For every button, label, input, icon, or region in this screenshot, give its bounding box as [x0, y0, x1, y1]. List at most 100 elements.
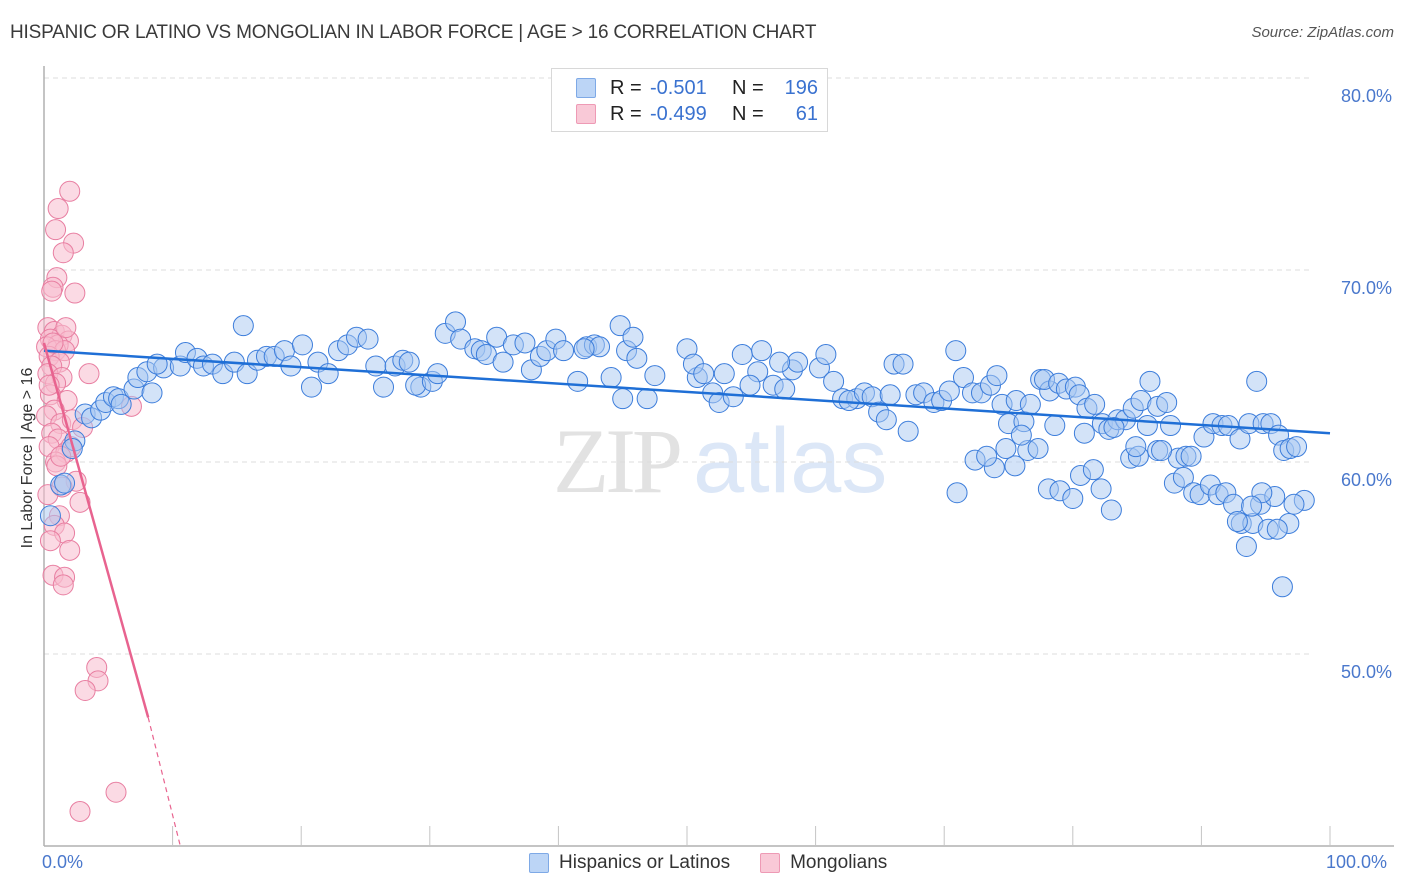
hispanics-point: [622, 326, 644, 348]
mongolians-point: [52, 574, 74, 596]
hispanics-point: [232, 315, 254, 337]
hispanics-point: [892, 353, 914, 375]
hispanics-point: [713, 363, 735, 385]
y-tick-label: 70.0%: [1340, 278, 1392, 298]
n-label: N =: [732, 102, 764, 125]
hispanics-point: [1084, 393, 1106, 415]
hispanics-point: [897, 420, 919, 442]
hispanics-point: [553, 340, 575, 362]
hispanics-point: [567, 370, 589, 392]
y-axis-label: In Labor Force | Age > 16: [19, 367, 36, 549]
hispanics-point: [1125, 436, 1147, 458]
mongolians-point: [59, 180, 81, 202]
legend-row-hispanics: R = -0.501 N = 196: [576, 75, 818, 101]
hispanics-point: [1223, 493, 1245, 515]
y-tick-label: 80.0%: [1340, 86, 1392, 106]
hispanics-point: [636, 388, 658, 410]
mongolians-point: [78, 363, 100, 385]
mongolians-swatch: [576, 104, 596, 124]
hispanics-point: [427, 363, 449, 385]
hispanics-point: [787, 351, 809, 373]
hispanics-point: [693, 363, 715, 385]
hispanics-point: [1266, 518, 1288, 540]
hispanics-point: [1180, 445, 1202, 467]
hispanics-point: [54, 472, 76, 494]
mongolians-point: [105, 781, 127, 803]
correlation-legend: R = -0.501 N = 196 R = -0.499 N = 61: [551, 68, 828, 132]
hispanics-point: [600, 367, 622, 389]
hispanics-point: [1027, 438, 1049, 460]
mongolians-point: [69, 800, 91, 822]
hispanics-point: [300, 376, 322, 398]
hispanics-point: [644, 365, 666, 387]
mongolians-point: [59, 539, 81, 561]
hispanics-point: [398, 351, 420, 373]
hispanics-point: [879, 384, 901, 406]
hispanics-point: [945, 340, 967, 362]
r-label: R =: [610, 102, 642, 125]
x-tick-label: 0.0%: [42, 852, 84, 872]
hispanics-point: [39, 505, 61, 527]
hispanics-point: [739, 374, 761, 396]
hispanics-point: [1010, 424, 1032, 446]
legend-label: Hispanics or Latinos: [559, 852, 731, 873]
hispanics-point: [875, 409, 897, 431]
hispanics-point: [815, 343, 837, 365]
hispanics-point: [751, 340, 773, 362]
hispanics-point: [357, 328, 379, 350]
trend-lines: [42, 342, 1331, 847]
hispanics-point: [317, 363, 339, 385]
hispanics-point: [1073, 422, 1095, 444]
hispanics-point: [1019, 393, 1041, 415]
hispanics-point: [1082, 459, 1104, 481]
mongolians-point: [64, 282, 86, 304]
y-tick-label: 50.0%: [1340, 662, 1392, 682]
hispanics-point: [976, 445, 998, 467]
r-value: -0.501: [650, 76, 707, 99]
hispanics-point: [1283, 493, 1305, 515]
hispanics-point: [769, 351, 791, 373]
mongolians-swatch: [760, 853, 781, 873]
hispanics-point: [1100, 499, 1122, 521]
hispanics-point: [1139, 370, 1161, 392]
mongolians-point: [41, 280, 63, 302]
hispanics-point: [1156, 391, 1178, 413]
hispanics-point: [731, 343, 753, 365]
hispanics-point: [1090, 478, 1112, 500]
mongolians-point: [39, 530, 61, 552]
hispanics-point: [1044, 415, 1066, 437]
x-tick-label: 100.0%: [1326, 852, 1388, 872]
hispanics-point: [1151, 439, 1173, 461]
mongolians-trend-extension: [147, 717, 181, 847]
n-label: N =: [732, 76, 764, 99]
y-tick-label: 60.0%: [1340, 470, 1392, 490]
hispanics-point: [612, 388, 634, 410]
scatter-plot: [36, 66, 1394, 847]
series-legend: Hispanics or Latinos Mongolians: [529, 852, 917, 874]
mongolians-point: [47, 198, 69, 220]
hispanics-point: [141, 382, 163, 404]
hispanics-point: [573, 338, 595, 360]
hispanics-points: [39, 311, 1315, 598]
hispanics-swatch: [529, 853, 549, 873]
hispanics-point: [1136, 415, 1158, 437]
hispanics-point: [492, 351, 514, 373]
hispanics-point: [1235, 535, 1257, 557]
hispanics-point: [995, 438, 1017, 460]
hispanics-point: [1286, 436, 1308, 458]
n-value: 61: [795, 102, 818, 125]
hispanics-point: [986, 365, 1008, 387]
mongolians-point: [45, 219, 67, 241]
r-label: R =: [610, 76, 642, 99]
legend-item-hispanics[interactable]: Hispanics or Latinos: [529, 852, 730, 874]
hispanics-point: [514, 332, 536, 354]
mongolians-point: [52, 242, 74, 264]
hispanics-point: [774, 378, 796, 400]
hispanics-point: [722, 386, 744, 408]
legend-item-mongolians[interactable]: Mongolians: [760, 852, 887, 874]
hispanics-point: [626, 347, 648, 369]
hispanics-point: [1271, 576, 1293, 598]
hispanics-point: [291, 334, 313, 356]
r-value: -0.499: [650, 102, 707, 125]
hispanics-point: [946, 482, 968, 504]
